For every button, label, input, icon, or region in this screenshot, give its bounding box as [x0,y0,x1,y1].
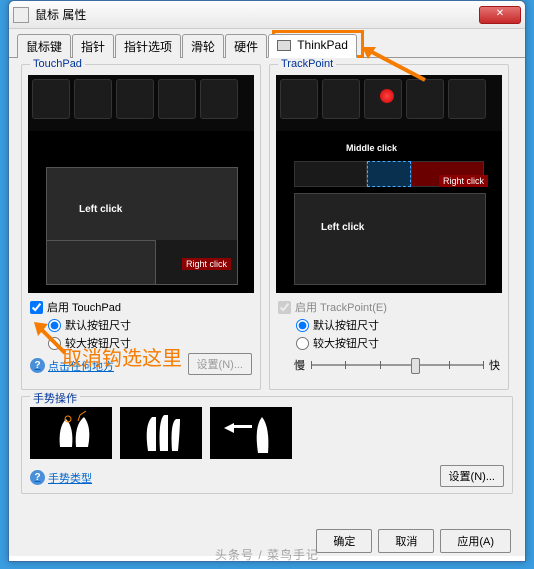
middle-click-label: Middle click [346,143,397,153]
watermark: 头条号 / 菜鸟手记 [215,546,319,563]
tab-pointer-options[interactable]: 指针选项 [115,34,181,58]
enable-touchpad-row[interactable]: 启用 TouchPad [30,299,252,315]
tab-pointer[interactable]: 指针 [72,34,114,58]
help-icon: ? [30,358,45,373]
tab-wheel[interactable]: 滑轮 [182,34,224,58]
gesture-group: 手势操作 ? 手势类型 设置(N)... [21,396,513,494]
trackpoint-middle-button [367,161,411,187]
trackpoint-preview: Middle click Right click Left click [276,75,502,293]
trackpoint-large-size-radio[interactable] [296,337,309,350]
trackpoint-left-click-label: Left click [321,222,364,233]
touchpad-surface: Left click Right click [46,167,238,285]
tab-thinkpad[interactable]: ThinkPad [268,34,357,58]
gesture-group-title: 手势操作 [30,390,80,406]
window-title: 鼠标 属性 [35,6,479,23]
trackpoint-nub [380,89,394,103]
gesture-three-finger [120,407,202,459]
gesture-help-link[interactable]: ? 手势类型 [30,470,92,486]
mouse-properties-dialog: 鼠标 属性 ✕ 鼠标键 指针 指针选项 滑轮 硬件 ThinkPad Touch… [8,0,526,562]
mouse-icon [13,7,29,23]
touchpad-preview: Left click Right click [28,75,254,293]
touchpad-group: TouchPad Left click Right click [21,64,261,390]
apply-button[interactable]: 应用(A) [440,529,511,553]
touchpad-group-title: TouchPad [30,58,85,70]
close-button[interactable]: ✕ [479,6,521,24]
trackpoint-right-click-label: Right click [439,175,488,187]
left-click-label: Left click [79,204,122,215]
help-icon: ? [30,470,45,485]
trackpoint-default-size-radio[interactable] [296,319,309,332]
ok-button[interactable]: 确定 [316,529,372,553]
trackpoint-speed-slider[interactable] [311,355,483,375]
trackpoint-left-button [294,161,367,187]
tab-bar: 鼠标键 指针 指针选项 滑轮 硬件 ThinkPad [9,29,525,58]
touchpad-large-size-radio[interactable] [48,337,61,350]
slow-label: 慢 [294,357,305,373]
right-click-label: Right click [182,258,231,270]
fast-label: 快 [489,357,500,373]
touchpad-help-link[interactable]: ? 点击任何地方 [30,358,114,374]
tab-mouse-keys[interactable]: 鼠标键 [17,34,71,58]
computer-icon [277,40,291,51]
tab-content: TouchPad Left click Right click [9,58,525,556]
enable-trackpoint-row[interactable]: 启用 TrackPoint(E) [278,299,500,315]
titlebar: 鼠标 属性 ✕ [9,1,525,29]
cancel-button[interactable]: 取消 [378,529,434,553]
trackpoint-group-title: TrackPoint [278,58,336,70]
tab-hardware[interactable]: 硬件 [225,34,267,58]
touchpad-settings-button[interactable]: 设置(N)... [188,353,252,375]
gesture-settings-button[interactable]: 设置(N)... [440,465,504,487]
enable-touchpad-checkbox[interactable] [30,301,43,314]
touchpad-default-size-radio[interactable] [48,319,61,332]
gesture-swipe-left [210,407,292,459]
trackpoint-group: TrackPoint Middle click Right click [269,64,509,390]
enable-trackpoint-checkbox[interactable] [278,301,291,314]
gesture-pinch [30,407,112,459]
dialog-button-row: 确定 取消 应用(A) [316,529,511,553]
